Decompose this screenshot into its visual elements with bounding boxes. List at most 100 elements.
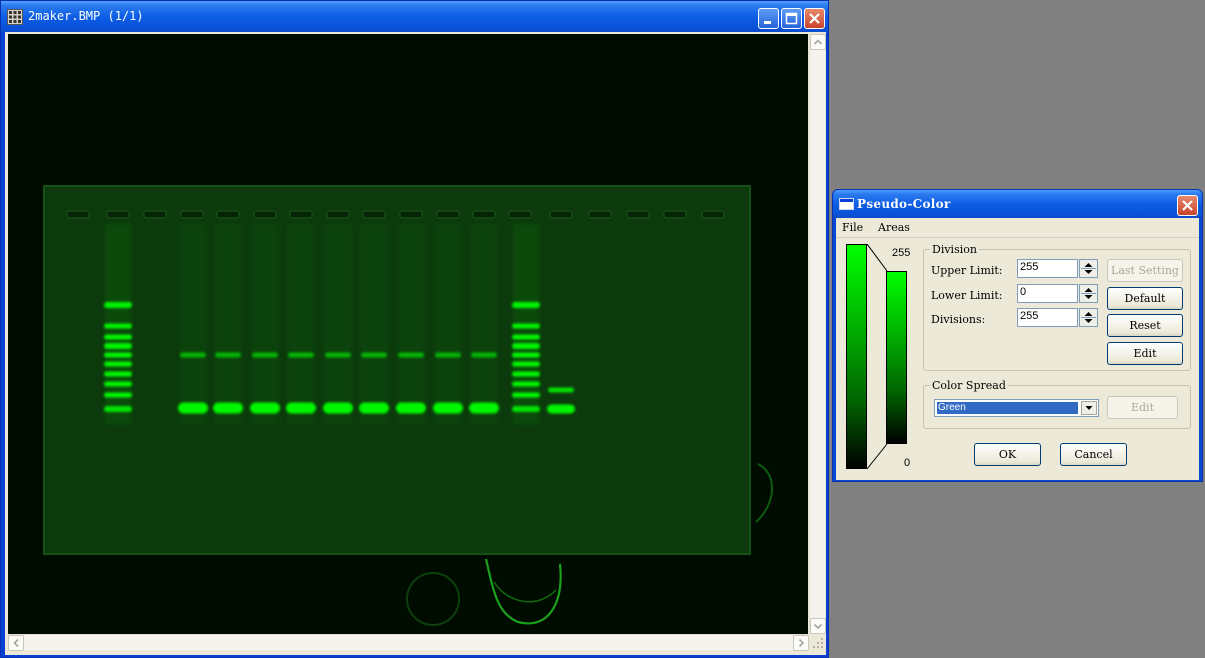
sample-band-upper <box>471 352 497 358</box>
gel-well <box>289 210 313 219</box>
gel-well <box>326 210 350 219</box>
sample-band-upper <box>180 352 206 358</box>
gel-well <box>106 210 130 219</box>
scroll-left-button[interactable] <box>8 635 24 651</box>
scroll-down-button[interactable] <box>810 618 826 634</box>
maximize-button[interactable] <box>781 8 802 29</box>
minimize-button[interactable] <box>758 8 779 29</box>
mapped-color-scale <box>886 271 907 444</box>
ladder-band <box>104 302 132 308</box>
resize-grip-icon[interactable] <box>810 635 825 650</box>
spin-arrows-icon <box>1081 263 1096 274</box>
sample-band-lower <box>286 402 316 414</box>
ladder-band <box>512 343 540 349</box>
gel-well <box>549 210 573 219</box>
sample-band-upper <box>288 352 314 358</box>
sample-band-upper <box>548 387 574 393</box>
sample-band-lower <box>547 404 575 414</box>
reset-button[interactable]: Reset <box>1107 314 1183 337</box>
dropdown-button[interactable] <box>1081 401 1097 415</box>
close-button[interactable] <box>804 8 825 29</box>
lower-limit-label: Lower Limit: <box>931 289 1003 302</box>
lane-smear <box>179 224 207 424</box>
sample-band-upper <box>215 352 241 358</box>
sample-band-upper <box>325 352 351 358</box>
menu-bar: File Areas <box>836 218 1199 238</box>
gel-image[interactable] <box>8 34 808 634</box>
window-icon <box>839 198 854 210</box>
menu-file[interactable]: File <box>842 221 863 234</box>
close-icon <box>809 13 820 24</box>
lane-smear <box>360 224 388 424</box>
divisions-spinner[interactable] <box>1079 308 1098 327</box>
arrow-right-icon <box>798 638 805 648</box>
gel-electrophoresis-image <box>43 185 773 626</box>
scale-min-label: 0 <box>904 457 911 469</box>
sample-band-lower <box>433 402 463 414</box>
dialog-titlebar[interactable]: Pseudo-Color <box>833 190 1202 218</box>
ladder-band <box>512 334 540 340</box>
ladder-band <box>104 406 132 412</box>
scroll-up-button[interactable] <box>810 34 826 50</box>
ladder-band <box>104 371 132 377</box>
sample-band-lower <box>250 402 280 414</box>
lane-smear <box>434 224 462 424</box>
gel-well <box>436 210 460 219</box>
ladder-band <box>104 343 132 349</box>
ladder-band <box>512 361 540 367</box>
image-window-title: 2maker.BMP (1/1) <box>28 9 144 23</box>
ladder-band <box>512 371 540 377</box>
horizontal-scrollbar[interactable] <box>8 634 809 651</box>
image-window-titlebar[interactable]: 2maker.BMP (1/1) <box>1 1 828 32</box>
lane-smear <box>251 224 279 424</box>
dialog-close-button[interactable] <box>1177 195 1198 216</box>
ladder-band <box>104 323 132 329</box>
arrow-up-icon <box>813 39 823 45</box>
lower-limit-spinner[interactable] <box>1079 284 1098 303</box>
scroll-right-button[interactable] <box>793 635 809 651</box>
edit-division-button[interactable]: Edit <box>1107 342 1183 365</box>
pseudo-color-dialog: Pseudo-Color File Areas 255 0 Division U… <box>832 189 1203 482</box>
lower-limit-field[interactable]: 0 <box>1017 284 1078 303</box>
gel-well <box>253 210 277 219</box>
edit-color-spread-button[interactable]: Edit <box>1107 396 1178 419</box>
arrow-left-icon <box>13 638 19 648</box>
full-color-scale <box>846 244 867 469</box>
chevron-down-icon <box>1085 406 1093 410</box>
lane-smear <box>470 224 498 424</box>
maximize-icon <box>785 12 798 25</box>
divisions-label: Divisions: <box>931 313 986 326</box>
lane-smear <box>397 224 425 424</box>
menu-areas[interactable]: Areas <box>878 221 910 234</box>
lane-smear <box>324 224 352 424</box>
bubble-artifact <box>484 558 562 625</box>
last-setting-button[interactable]: Last Setting <box>1107 259 1183 282</box>
spin-arrows-icon <box>1081 288 1096 299</box>
divisions-field[interactable]: 255 <box>1017 308 1078 327</box>
default-button[interactable]: Default <box>1107 287 1183 310</box>
vertical-scrollbar[interactable] <box>809 34 826 634</box>
ladder-band <box>104 392 132 398</box>
upper-limit-field[interactable]: 255 <box>1017 259 1078 278</box>
gel-well <box>66 210 90 219</box>
color-spread-select[interactable]: Green <box>934 399 1099 417</box>
cancel-button[interactable]: Cancel <box>1060 443 1127 466</box>
ok-button[interactable]: OK <box>974 443 1041 466</box>
ladder-band <box>512 323 540 329</box>
sample-band-upper <box>252 352 278 358</box>
lane-smear <box>287 224 315 424</box>
image-window: 2maker.BMP (1/1) <box>0 0 829 658</box>
ladder-band <box>512 381 540 387</box>
gel-artifact <box>755 463 773 523</box>
sample-band-lower <box>323 402 353 414</box>
lane-smear <box>214 224 242 424</box>
close-icon <box>1182 200 1193 211</box>
ladder-band <box>104 381 132 387</box>
gel-well <box>588 210 612 219</box>
upper-limit-spinner[interactable] <box>1079 259 1098 278</box>
sample-band-lower <box>469 402 499 414</box>
bubble-artifact <box>406 572 460 626</box>
gel-well <box>663 210 687 219</box>
gel-well <box>626 210 650 219</box>
ladder-band <box>512 392 540 398</box>
